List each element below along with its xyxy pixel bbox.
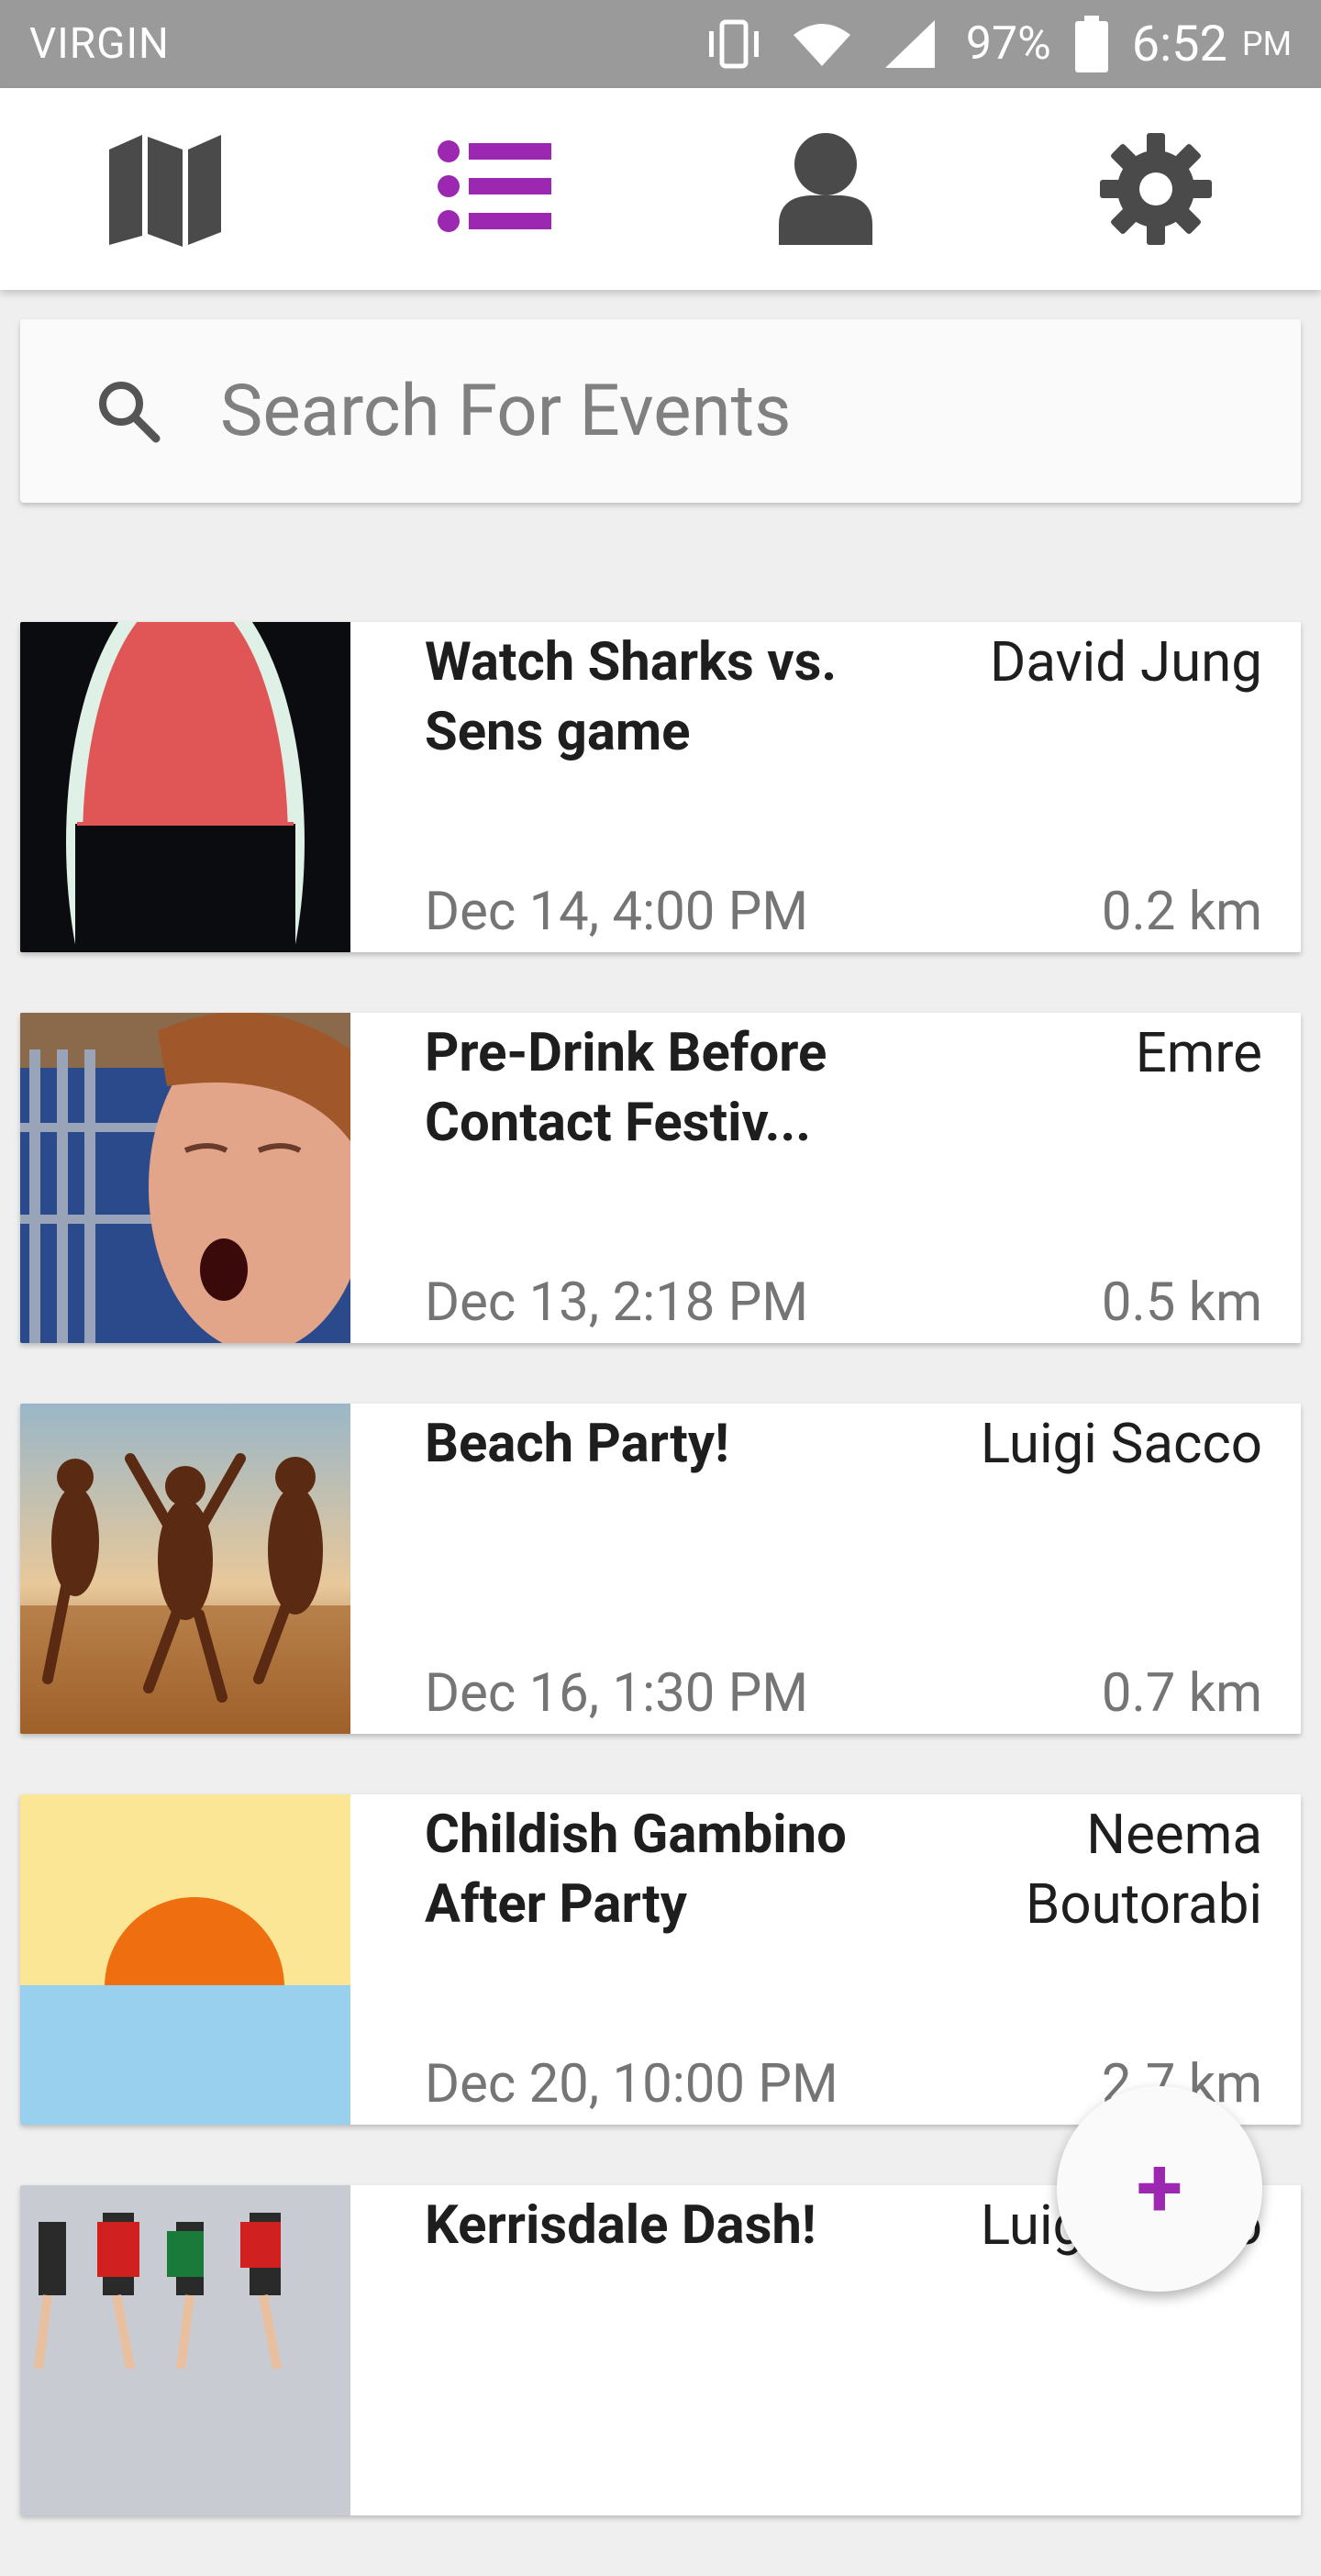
tab-map[interactable] (73, 97, 257, 281)
event-title: Kerrisdale Dash! (425, 2194, 816, 2257)
tab-list[interactable] (404, 97, 587, 281)
festival-photo-image (20, 1013, 350, 1343)
event-thumbnail (20, 622, 350, 952)
clock-ampm: PM (1241, 25, 1292, 63)
clock-time: 6:52 (1131, 15, 1227, 73)
event-title: Watch Sharks vs. Sens game (425, 631, 838, 763)
event-card[interactable]: Childish Gambino After Party Neema Bouto… (20, 1794, 1301, 2125)
search-input[interactable] (218, 368, 1231, 454)
battery-icon (1074, 16, 1108, 72)
search-bar[interactable] (20, 319, 1301, 503)
event-host: David Jung (990, 629, 1262, 694)
event-host: Luigi Sacco (980, 1411, 1262, 1476)
sharks-logo-image (20, 622, 350, 952)
vibrate-icon (708, 19, 759, 69)
tab-settings[interactable] (1064, 97, 1248, 281)
event-card[interactable]: Pre-Drink Before Contact Festiv... Emre … (20, 1013, 1301, 1343)
event-list: Watch Sharks vs. Sens game David Jung De… (20, 622, 1301, 2576)
add-event-button[interactable]: + (1057, 2086, 1262, 2292)
plus-icon: + (1136, 2139, 1183, 2237)
event-thumbnail (20, 1013, 350, 1343)
signal-icon (884, 20, 935, 68)
wifi-icon (793, 24, 850, 66)
event-distance: 0.7 km (1101, 1662, 1262, 1725)
event-card[interactable]: Beach Party! Luigi Sacco Dec 16, 1:30 PM… (20, 1404, 1301, 1734)
event-host: Neema Boutorabi (1025, 1802, 1262, 1937)
runners-image (20, 2185, 350, 2515)
event-card[interactable]: Watch Sharks vs. Sens game David Jung De… (20, 622, 1301, 952)
event-title: Pre-Drink Before Contact Festiv... (425, 1022, 827, 1154)
event-thumbnail (20, 2185, 350, 2515)
top-tab-bar (0, 88, 1321, 290)
person-icon (779, 133, 872, 245)
event-title: Childish Gambino After Party (425, 1804, 847, 1936)
event-host: Emre (1135, 1020, 1262, 1085)
battery-percent: 97% (965, 17, 1051, 71)
carrier-label: VIRGIN (29, 19, 170, 69)
gear-icon (1100, 133, 1212, 245)
event-date: Dec 13, 2:18 PM (425, 1271, 809, 1334)
event-title: Beach Party! (425, 1413, 729, 1475)
search-icon (99, 382, 161, 443)
event-date: Dec 14, 4:00 PM (425, 881, 809, 943)
status-icons: 97% 6:52 PM (702, 16, 1292, 73)
event-distance: 0.5 km (1101, 1271, 1262, 1334)
event-thumbnail (20, 1794, 350, 2125)
list-icon (438, 140, 551, 232)
beach-party-image (20, 1404, 350, 1734)
event-thumbnail (20, 1404, 350, 1734)
event-distance: 0.2 km (1101, 881, 1262, 943)
event-date: Dec 20, 10:00 PM (425, 2053, 838, 2115)
event-date: Dec 16, 1:30 PM (425, 1662, 809, 1725)
sunset-image (20, 1794, 350, 2125)
map-icon (109, 135, 221, 247)
tab-profile[interactable] (734, 97, 917, 281)
status-bar: VIRGIN 97% 6:52 PM (0, 0, 1321, 88)
